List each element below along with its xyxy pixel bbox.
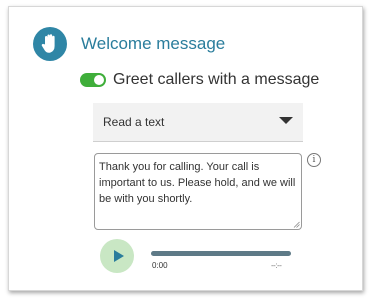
play-button[interactable] (100, 239, 134, 273)
info-icon[interactable]: i (307, 153, 321, 167)
hand-icon-glyph (41, 34, 55, 53)
message-textarea[interactable]: Thank you for calling. Your call is impo… (94, 153, 302, 230)
message-source-selected: Read a text (103, 115, 165, 129)
audio-progress-bar[interactable] (151, 251, 291, 256)
greeting-toggle-switch[interactable] (80, 73, 106, 87)
resize-handle-icon[interactable] (293, 221, 300, 228)
greeting-toggle-label: Greet callers with a message (113, 71, 320, 88)
welcome-message-card: Welcome message Greet callers with a mes… (8, 6, 363, 291)
play-icon (113, 250, 124, 262)
message-text: Thank you for calling. Your call is impo… (99, 161, 296, 205)
greeting-toggle-row: Greet callers with a message (80, 71, 319, 89)
current-time: 0:00 (152, 261, 168, 270)
hand-wave-icon (33, 27, 67, 61)
page-title: Welcome message (81, 34, 226, 53)
message-source-dropdown[interactable]: Read a text (93, 103, 303, 142)
total-time: --:-- (271, 261, 282, 270)
chevron-down-icon (279, 117, 293, 124)
toggle-knob (94, 75, 104, 85)
